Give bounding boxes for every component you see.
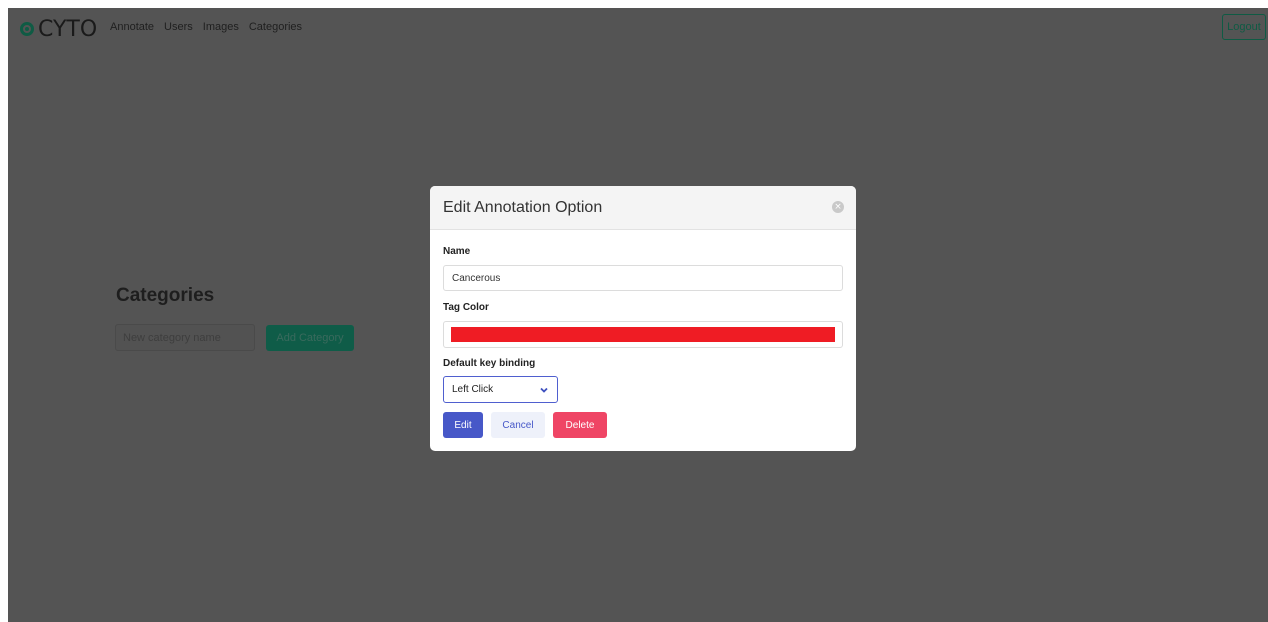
key-binding-label: Default key binding (443, 358, 536, 369)
new-category-input[interactable]: New category name (115, 324, 255, 351)
nav-link-users[interactable]: Users (164, 21, 193, 33)
nav-links: Annotate Users Images Categories (110, 21, 302, 33)
cancel-button[interactable]: Cancel (491, 412, 545, 438)
key-binding-select[interactable]: Left Click (443, 376, 558, 403)
nav-link-categories[interactable]: Categories (249, 21, 302, 33)
logo-ring-icon (20, 22, 34, 36)
add-category-button[interactable]: Add Category (266, 325, 354, 351)
tag-color-swatch (451, 327, 835, 342)
edit-button[interactable]: Edit (443, 412, 483, 438)
close-icon[interactable]: × (832, 201, 844, 213)
chevron-down-icon (539, 385, 549, 395)
name-label: Name (443, 246, 471, 257)
modal-title: Edit Annotation Option (443, 198, 603, 216)
key-binding-value: Left Click (452, 384, 494, 395)
name-field[interactable]: Cancerous (443, 265, 843, 291)
page-title: Categories (116, 285, 215, 306)
tag-color-field[interactable] (443, 321, 843, 348)
brand-name: CYTO (38, 16, 98, 42)
delete-button[interactable]: Delete (553, 412, 607, 438)
nav-link-images[interactable]: Images (203, 21, 239, 33)
logout-button[interactable]: Logout (1222, 14, 1266, 40)
brand-logo[interactable]: CYTO (20, 16, 98, 42)
tag-color-label: Tag Color (443, 302, 489, 313)
navbar: CYTO Annotate Users Images Categories Lo… (8, 8, 1268, 48)
nav-link-annotate[interactable]: Annotate (110, 21, 154, 33)
edit-annotation-modal: Edit Annotation Option × Name Cancerous … (430, 186, 856, 451)
modal-header: Edit Annotation Option × (430, 186, 856, 230)
